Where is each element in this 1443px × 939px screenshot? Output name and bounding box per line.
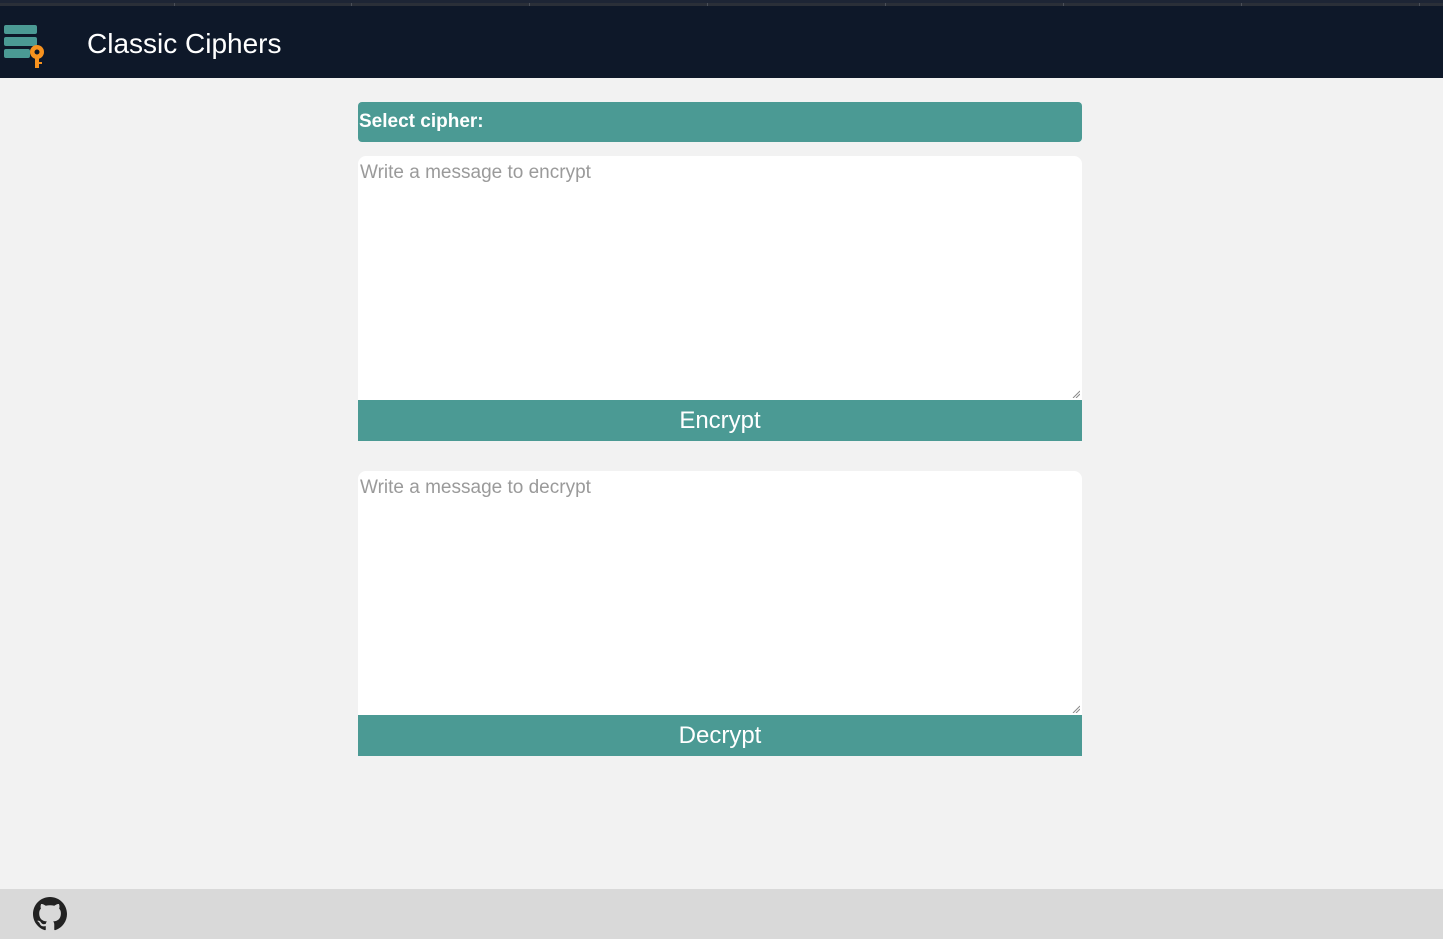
page-footer <box>0 889 1443 939</box>
app-title: Classic Ciphers <box>87 28 282 59</box>
decrypt-message-input[interactable] <box>358 471 1082 715</box>
app-header: Classic Ciphers <box>0 0 1443 78</box>
encrypt-button[interactable]: Encrypt <box>358 400 1082 441</box>
cipher-select[interactable]: Select cipher: <box>358 102 1082 142</box>
decrypt-button[interactable]: Decrypt <box>358 715 1082 756</box>
resize-grip-icon[interactable] <box>1072 390 1080 398</box>
github-icon[interactable] <box>33 897 67 931</box>
resize-grip-icon[interactable] <box>1072 705 1080 713</box>
encrypt-message-input[interactable] <box>358 156 1082 400</box>
top-tab-strip <box>0 3 1443 6</box>
cipher-key-logo-icon <box>4 25 44 68</box>
